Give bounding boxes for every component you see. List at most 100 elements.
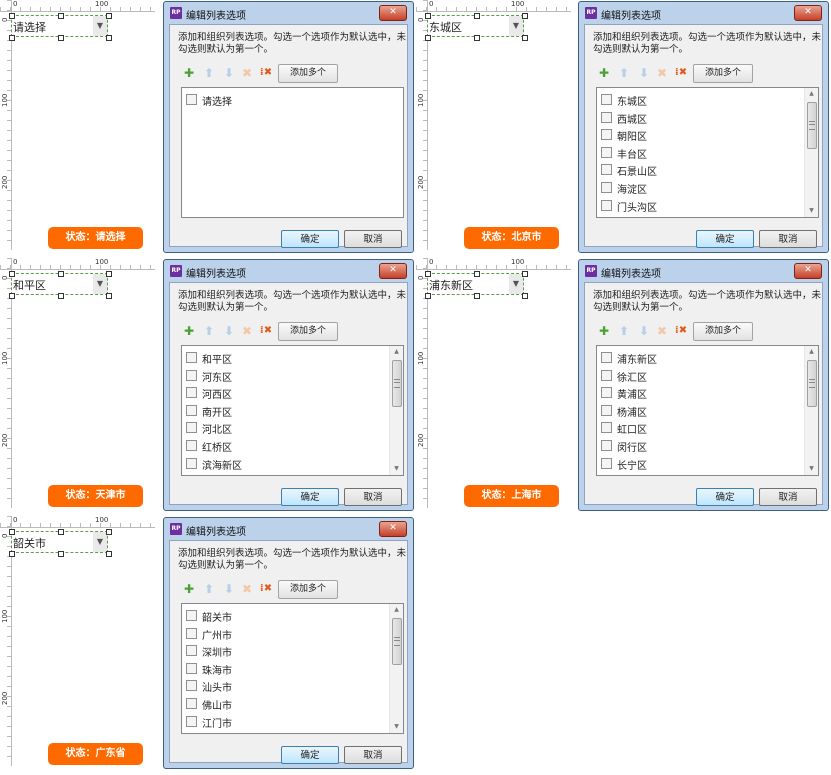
arrow-up-icon[interactable]: ⬆	[617, 324, 631, 338]
default-checkbox[interactable]	[186, 698, 197, 709]
arrow-up-icon[interactable]: ⬆	[202, 66, 216, 80]
selection-handle[interactable]	[522, 271, 528, 277]
close-button[interactable]: ✕	[794, 263, 822, 279]
scroll-thumb[interactable]	[807, 360, 817, 407]
selection-handle[interactable]	[58, 293, 64, 299]
selection-handle[interactable]	[106, 35, 112, 41]
default-checkbox[interactable]	[601, 146, 612, 158]
dialog-title-bar[interactable]: RP 编辑列表选项 ✕	[579, 260, 828, 282]
default-checkbox[interactable]	[186, 422, 197, 434]
options-listbox[interactable]: 东城区西城区朝阳区丰台区石景山区海淀区门头沟区房山区▲▼	[596, 87, 819, 218]
plus-icon[interactable]: ✚	[182, 66, 196, 80]
scroll-down-icon[interactable]: ▼	[805, 463, 818, 475]
selection-handle[interactable]	[106, 271, 112, 277]
add-many-button[interactable]: 添加多个	[278, 580, 338, 599]
arrow-down-icon[interactable]: ⬇	[222, 324, 236, 338]
scroll-down-icon[interactable]: ▼	[390, 721, 403, 733]
selection-handle[interactable]	[522, 13, 528, 19]
selection-handle[interactable]	[522, 293, 528, 299]
selection-handle[interactable]	[58, 551, 64, 557]
scroll-down-icon[interactable]: ▼	[390, 463, 403, 475]
arrow-up-icon[interactable]: ⬆	[617, 66, 631, 80]
selection-handle[interactable]	[474, 13, 480, 19]
add-many-button[interactable]: 添加多个	[693, 64, 753, 83]
default-checkbox[interactable]	[186, 610, 197, 621]
scroll-thumb[interactable]	[392, 618, 402, 665]
delete-icon[interactable]: ✖	[240, 324, 254, 338]
plus-icon[interactable]: ✚	[182, 324, 196, 338]
add-many-button[interactable]: 添加多个	[278, 64, 338, 83]
default-checkbox[interactable]	[186, 475, 197, 476]
default-checkbox[interactable]	[601, 457, 612, 469]
selection-handle[interactable]	[474, 293, 480, 299]
close-button[interactable]: ✕	[379, 521, 407, 537]
default-checkbox[interactable]	[186, 352, 197, 363]
default-checkbox[interactable]	[601, 111, 612, 123]
close-button[interactable]: ✕	[794, 5, 822, 21]
selection-handle[interactable]	[106, 13, 112, 19]
dialog-title-bar[interactable]: RP 编辑列表选项 ✕	[164, 518, 413, 540]
chevron-down-icon[interactable]: ▼	[93, 532, 107, 552]
plus-icon[interactable]: ✚	[597, 324, 611, 338]
ok-button[interactable]: 确定	[281, 746, 339, 764]
default-checkbox[interactable]	[601, 182, 612, 193]
scroll-up-icon[interactable]: ▲	[805, 88, 818, 100]
chevron-down-icon[interactable]: ▼	[509, 16, 523, 36]
selection-handle[interactable]	[9, 35, 15, 41]
scroll-up-icon[interactable]: ▲	[805, 346, 818, 358]
default-checkbox[interactable]	[601, 404, 612, 416]
selection-handle[interactable]	[425, 35, 431, 41]
chevron-down-icon[interactable]: ▼	[509, 274, 523, 294]
selection-handle[interactable]	[9, 529, 15, 535]
options-listbox[interactable]: 韶关市广州市深圳市珠海市汕头市佛山市江门市湛江市▲▼	[181, 603, 404, 734]
selection-handle[interactable]	[425, 13, 431, 19]
clear-all-icon[interactable]: ⁞✖	[672, 66, 690, 80]
selection-handle[interactable]	[106, 293, 112, 299]
default-checkbox[interactable]	[186, 627, 197, 639]
options-listbox[interactable]: 和平区河东区河西区南开区河北区红桥区滨海新区东丽区▲▼	[181, 345, 404, 476]
scroll-thumb[interactable]	[392, 360, 402, 407]
default-checkbox[interactable]	[186, 715, 197, 727]
selection-handle[interactable]	[425, 293, 431, 299]
delete-icon[interactable]: ✖	[655, 324, 669, 338]
cancel-button[interactable]: 取消	[344, 746, 402, 764]
cancel-button[interactable]: 取消	[759, 488, 817, 506]
plus-icon[interactable]: ✚	[597, 66, 611, 80]
ok-button[interactable]: 确定	[281, 488, 339, 506]
delete-icon[interactable]: ✖	[655, 66, 669, 80]
close-button[interactable]: ✕	[379, 5, 407, 21]
default-checkbox[interactable]	[601, 352, 612, 363]
selection-handle[interactable]	[9, 551, 15, 557]
default-checkbox[interactable]	[601, 164, 612, 176]
dialog-title-bar[interactable]: RP 编辑列表选项 ✕	[164, 260, 413, 282]
cancel-button[interactable]: 取消	[344, 488, 402, 506]
selection-handle[interactable]	[474, 271, 480, 277]
clear-all-icon[interactable]: ⁞✖	[257, 582, 275, 596]
chevron-down-icon[interactable]: ▼	[93, 16, 107, 36]
delete-icon[interactable]: ✖	[240, 66, 254, 80]
clear-all-icon[interactable]: ⁞✖	[257, 324, 275, 338]
selection-handle[interactable]	[58, 13, 64, 19]
options-listbox[interactable]: 浦东新区徐汇区黄浦区杨浦区虹口区闵行区长宁区普陀区▲▼	[596, 345, 819, 476]
vertical-scrollbar[interactable]: ▲ ▼	[804, 88, 818, 217]
close-button[interactable]: ✕	[379, 263, 407, 279]
selection-handle[interactable]	[106, 529, 112, 535]
plus-icon[interactable]: ✚	[182, 582, 196, 596]
default-checkbox[interactable]	[601, 440, 612, 451]
selection-handle[interactable]	[9, 293, 15, 299]
default-checkbox[interactable]	[601, 422, 612, 434]
chevron-down-icon[interactable]: ▼	[93, 274, 107, 294]
scroll-thumb[interactable]	[807, 102, 817, 149]
cancel-button[interactable]: 取消	[759, 230, 817, 248]
arrow-down-icon[interactable]: ⬇	[222, 66, 236, 80]
default-checkbox[interactable]	[601, 199, 612, 211]
arrow-up-icon[interactable]: ⬆	[202, 324, 216, 338]
default-checkbox[interactable]	[601, 387, 612, 399]
selection-handle[interactable]	[522, 35, 528, 41]
default-checkbox[interactable]	[601, 369, 612, 381]
selection-handle[interactable]	[58, 271, 64, 277]
selection-handle[interactable]	[425, 271, 431, 277]
vertical-scrollbar[interactable]: ▲ ▼	[389, 604, 403, 733]
arrow-down-icon[interactable]: ⬇	[637, 324, 651, 338]
scroll-down-icon[interactable]: ▼	[805, 205, 818, 217]
